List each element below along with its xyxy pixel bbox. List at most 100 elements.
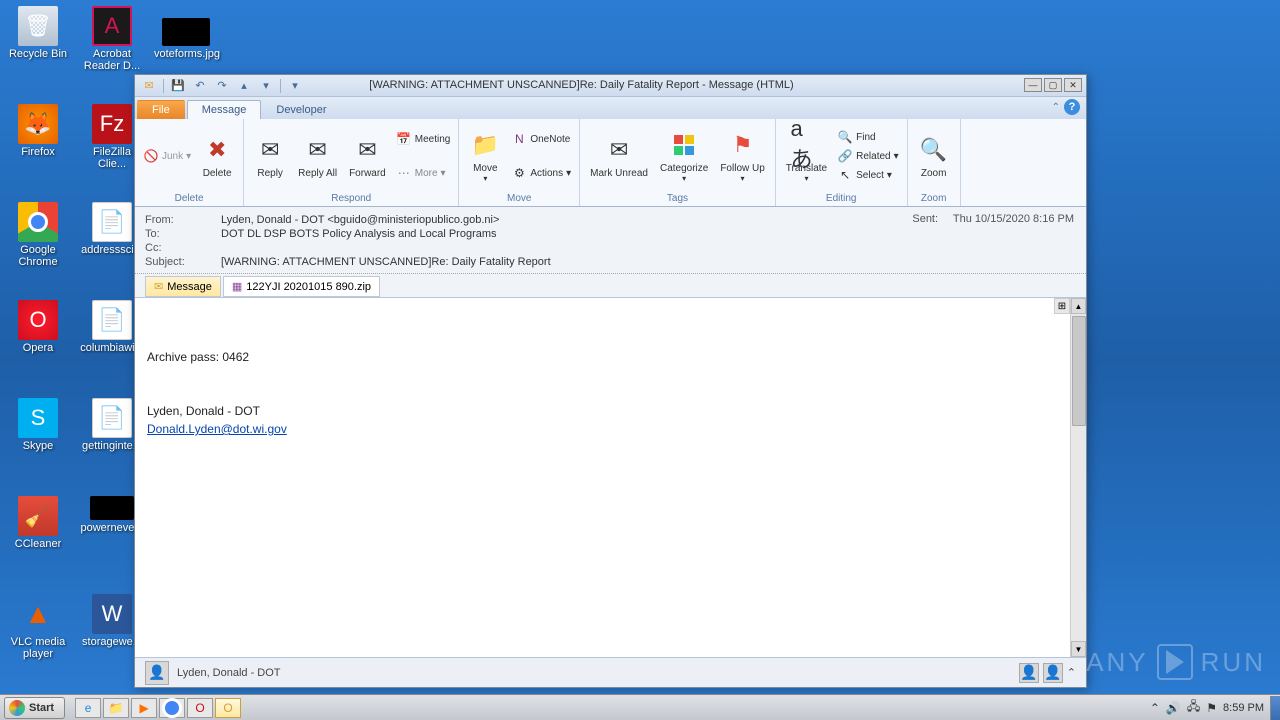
people-pane-name: Lyden, Donald - DOT [177, 667, 281, 679]
outlook-message-window: ✉ 💾 ↶ ↷ ▴ ▾ ▾ [WARNING: ATTACHMENT UNSCA… [134, 74, 1087, 688]
taskbar-explorer[interactable]: 📁 [103, 698, 129, 718]
flag-icon: ⚑ [727, 129, 759, 161]
zoom-icon: 🔍 [918, 134, 950, 166]
select-button[interactable]: ↖Select ▾ [835, 166, 901, 184]
avatar-small-2[interactable]: 👤 [1043, 663, 1063, 683]
desktop-icon-google-chrome[interactable]: Google Chrome [6, 202, 70, 268]
minimize-button[interactable]: — [1024, 78, 1042, 92]
meeting-button[interactable]: 📅Meeting [394, 130, 453, 148]
junk-button[interactable]: 🚫Junk ▾ [141, 147, 193, 165]
actions-button[interactable]: ⚙Actions ▾ [509, 164, 573, 182]
show-desktop-button[interactable] [1270, 696, 1280, 720]
save-icon[interactable]: 💾 [170, 78, 186, 94]
taskbar-media[interactable]: ▶ [131, 698, 157, 718]
move-icon: 📁 [469, 129, 501, 161]
desktop-icon-voteforms-jpg[interactable]: voteforms.jpg [154, 18, 218, 60]
quick-access-toolbar: ✉ 💾 ↶ ↷ ▴ ▾ ▾ [135, 75, 1086, 97]
tray-network-icon[interactable]: 🖧 [1187, 697, 1200, 718]
reply-all-icon: ✉ [302, 134, 334, 166]
body-line-archive-pass: Archive pass: 0462 [147, 348, 1060, 366]
avatar[interactable]: 👤 [145, 661, 169, 685]
close-button[interactable]: ✕ [1064, 78, 1082, 92]
desktop-icon-ccleaner[interactable]: 🧹CCleaner [6, 496, 70, 550]
desktop-icon-recycle-bin[interactable]: 🗑Recycle Bin [6, 6, 70, 60]
zoom-button[interactable]: 🔍Zoom [914, 132, 954, 181]
help-icon[interactable]: ? [1064, 99, 1080, 115]
taskbar-outlook[interactable]: O [215, 698, 241, 718]
message-body-container: Archive pass: 0462 Lyden, Donald - DOT D… [135, 298, 1086, 657]
taskbar-chrome[interactable] [159, 698, 185, 718]
reply-all-button[interactable]: ✉Reply All [294, 132, 341, 181]
undo-icon[interactable]: ↶ [192, 78, 208, 94]
start-button[interactable]: Start [4, 697, 65, 719]
desktop-icon-acrobat-reader-d-[interactable]: AAcrobat Reader D... [80, 6, 144, 72]
find-button[interactable]: 🔍Find [835, 128, 901, 146]
tray-expand-icon[interactable]: ⌃ [1150, 701, 1160, 715]
group-label-editing: Editing [782, 191, 901, 206]
onenote-button[interactable]: NOneNote [509, 130, 573, 148]
redo-icon[interactable]: ↷ [214, 78, 230, 94]
mark-unread-icon: ✉ [603, 134, 635, 166]
taskbar-clock[interactable]: 8:59 PM [1223, 702, 1264, 714]
group-label-move: Move [465, 191, 573, 206]
scroll-up-icon[interactable]: ▲ [1071, 298, 1086, 314]
group-label-delete: Delete [141, 191, 237, 206]
junk-icon: 🚫 [143, 148, 159, 164]
to-label: To: [145, 228, 221, 240]
delete-button[interactable]: ✖Delete [197, 132, 237, 181]
cc-label: Cc: [145, 242, 221, 254]
reply-button[interactable]: ✉Reply [250, 132, 290, 181]
outlook-icon: ✉ [141, 78, 157, 94]
attachment-bar: ✉Message ▦122YJI 20201015 890.zip [135, 273, 1086, 298]
avatar-small-1[interactable]: 👤 [1019, 663, 1039, 683]
desktop-icon-vlc-media-player[interactable]: ▲VLC media player [6, 594, 70, 660]
desktop-icon-firefox[interactable]: 🦊Firefox [6, 104, 70, 158]
customize-qat-icon[interactable]: ▾ [287, 78, 303, 94]
categorize-icon [668, 129, 700, 161]
reply-icon: ✉ [254, 134, 286, 166]
sent-label: Sent: [912, 213, 938, 225]
taskbar-ie[interactable]: e [75, 698, 101, 718]
tray-flag-icon[interactable]: ⚑ [1206, 701, 1217, 715]
envelope-icon: ✉ [154, 280, 163, 293]
group-label-zoom: Zoom [914, 191, 954, 206]
tray-volume-icon[interactable]: 🔊 [1166, 701, 1181, 715]
body-signature-name: Lyden, Donald - DOT [147, 402, 1060, 420]
taskbar: Start e 📁 ▶ O O ⌃ 🔊 🖧 ⚑ 8:59 PM [0, 694, 1280, 720]
translate-button[interactable]: aあTranslate▾ [782, 127, 831, 185]
taskbar-opera[interactable]: O [187, 698, 213, 718]
desktop-icon-skype[interactable]: SSkype [6, 398, 70, 452]
follow-up-button[interactable]: ⚑Follow Up▾ [716, 127, 768, 185]
group-label-tags: Tags [586, 191, 769, 206]
desktop-icon-opera[interactable]: OOpera [6, 300, 70, 354]
maximize-button[interactable]: ▢ [1044, 78, 1062, 92]
next-item-icon[interactable]: ▾ [258, 78, 274, 94]
message-tab[interactable]: ✉Message [145, 276, 221, 297]
prev-item-icon[interactable]: ▴ [236, 78, 252, 94]
message-body[interactable]: Archive pass: 0462 Lyden, Donald - DOT D… [135, 298, 1070, 657]
categorize-button[interactable]: Categorize▾ [656, 127, 712, 185]
more-button[interactable]: ⋯More ▾ [394, 164, 453, 182]
people-pane-toggle-icon[interactable]: ⌃ [1067, 666, 1076, 679]
expand-icon[interactable]: ⊞ [1054, 298, 1070, 314]
mark-unread-button[interactable]: ✉Mark Unread [586, 132, 652, 181]
related-button[interactable]: 🔗Related ▾ [835, 147, 901, 165]
attachment-file[interactable]: ▦122YJI 20201015 890.zip [223, 276, 380, 297]
move-button[interactable]: 📁Move▾ [465, 127, 505, 185]
scroll-down-icon[interactable]: ▼ [1071, 641, 1086, 657]
vertical-scrollbar[interactable]: ▲ ▼ [1070, 298, 1086, 657]
sent-value: Thu 10/15/2020 8:16 PM [953, 213, 1074, 225]
actions-icon: ⚙ [511, 165, 527, 181]
minimize-ribbon-icon[interactable]: ⌃ [1052, 102, 1060, 113]
forward-button[interactable]: ✉Forward [345, 132, 390, 181]
people-pane: 👤 Lyden, Donald - DOT 👤 👤 ⌃ [135, 657, 1086, 687]
onenote-icon: N [511, 131, 527, 147]
tab-message[interactable]: Message [187, 100, 262, 119]
to-value: DOT DL DSP BOTS Policy Analysis and Loca… [221, 228, 1076, 240]
tab-developer[interactable]: Developer [261, 100, 341, 119]
zip-icon: ▦ [232, 280, 242, 293]
tab-file[interactable]: File [137, 100, 185, 119]
body-signature-email[interactable]: Donald.Lyden@dot.wi.gov [147, 422, 287, 436]
translate-icon: aあ [790, 129, 822, 161]
scroll-thumb[interactable] [1072, 316, 1086, 426]
